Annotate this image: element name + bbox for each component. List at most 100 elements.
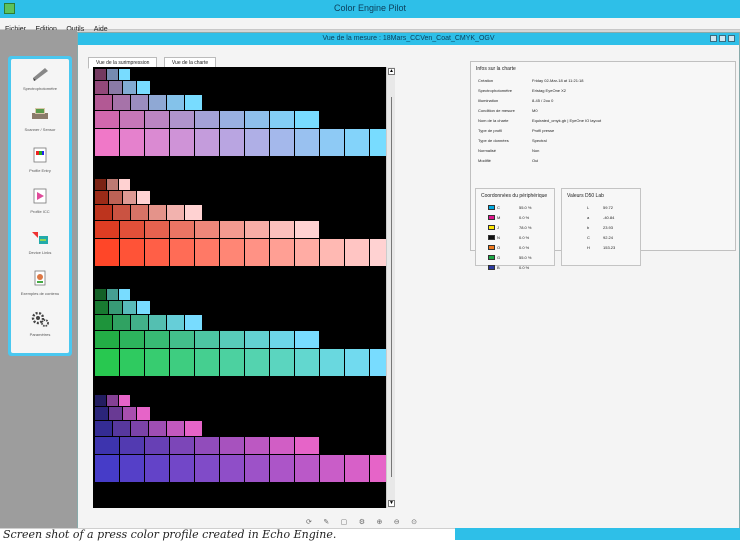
- color-patch: [95, 81, 108, 94]
- sidebar-item-spectro[interactable]: Spectrophotomètre: [11, 59, 69, 100]
- color-patch: [123, 81, 136, 94]
- color-patch: [95, 421, 112, 436]
- sidebar-item-label: Exemples de contenu: [20, 291, 60, 296]
- color-patch: [149, 315, 166, 330]
- view-tabs: Vue de la surimpression Vue de la charte: [88, 51, 218, 69]
- color-patch: [95, 331, 119, 348]
- color-patch: [185, 421, 202, 436]
- color-patch: [149, 421, 166, 436]
- color-patch: [295, 221, 319, 238]
- sidebar-item-label: Profile ICC: [30, 209, 50, 214]
- color-patch: [145, 455, 169, 482]
- color-patch: [119, 179, 130, 190]
- channel-value: 0.0 %: [519, 265, 530, 270]
- scroll-thumb[interactable]: [391, 97, 392, 477]
- lab-row-b: b 23.93: [587, 225, 614, 230]
- title-bar: Color Engine Pilot: [0, 0, 740, 18]
- color-patch-view[interactable]: [93, 67, 394, 508]
- app-title: Color Engine Pilot: [333, 3, 407, 13]
- color-patch: [295, 349, 319, 376]
- channel-value: 0.0 %: [519, 245, 530, 250]
- device-channel-row: M 0.0 %: [476, 213, 554, 223]
- color-patch: [195, 349, 219, 376]
- color-patch: [109, 81, 122, 94]
- color-patch: [120, 239, 144, 266]
- color-patch: [120, 455, 144, 482]
- color-patch: [195, 129, 219, 156]
- sidebar-item-examples[interactable]: Exemples de contenu: [11, 264, 69, 305]
- color-patch: [145, 111, 169, 128]
- info-row-creation: Création Friday 02-Mar-18 at 11:21:18: [478, 78, 584, 83]
- color-patch: [95, 191, 108, 204]
- spectrophotometer-icon: [33, 68, 48, 81]
- sidebar-item-device-links[interactable]: Device Links: [11, 223, 69, 264]
- channel-swatch: [488, 265, 495, 270]
- minimize-button[interactable]: [710, 35, 717, 42]
- select-icon[interactable]: ▢: [341, 518, 348, 526]
- color-patch: [320, 239, 344, 266]
- channel-swatch: [488, 215, 495, 220]
- caption-bar: Screen shot of a press color profile cre…: [0, 528, 455, 541]
- color-patch: [95, 221, 119, 238]
- color-patch: [131, 421, 148, 436]
- color-patch: [170, 437, 194, 454]
- zoom-out-icon[interactable]: ⊖: [394, 518, 400, 526]
- close-button[interactable]: [728, 35, 735, 42]
- color-patch: [107, 289, 118, 300]
- color-patch: [270, 455, 294, 482]
- color-patch: [245, 129, 269, 156]
- color-patch: [137, 81, 150, 94]
- color-patch: [95, 69, 106, 80]
- color-patch: [295, 455, 319, 482]
- bottom-accent-bar: [455, 528, 740, 540]
- vertical-scrollbar[interactable]: ▲ ▼: [386, 67, 395, 508]
- color-patch: [95, 407, 108, 420]
- info-row-normalized: Normalisé Non: [478, 148, 540, 153]
- color-patch: [145, 349, 169, 376]
- color-patch: [345, 129, 369, 156]
- sidebar-item-settings[interactable]: Paramètres: [11, 305, 69, 346]
- sidebar-item-profile-entry[interactable]: Profile Entry: [11, 141, 69, 182]
- zoom-in-icon[interactable]: ⊕: [376, 518, 382, 526]
- color-patch: [295, 129, 319, 156]
- sidebar-item-label: Profile Entry: [29, 168, 51, 173]
- color-patch: [95, 437, 119, 454]
- lab-values-box: Valeurs D50 Lab L 59.72 a -40.84 b 23.93 C9…: [561, 188, 641, 266]
- gear-icon[interactable]: ⚙: [359, 518, 365, 526]
- color-patch: [120, 331, 144, 348]
- channel-swatch: [488, 255, 495, 260]
- channel-swatch: [488, 225, 495, 230]
- color-patch: [170, 129, 194, 156]
- channel-label: O: [497, 245, 501, 250]
- color-patch: [270, 239, 294, 266]
- rotate-icon[interactable]: ⟳: [306, 518, 312, 526]
- scroll-down-button[interactable]: ▼: [388, 500, 395, 507]
- color-patch: [170, 221, 194, 238]
- color-patch: [95, 179, 106, 190]
- color-patch: [109, 407, 122, 420]
- zoom-fit-icon[interactable]: ⊙: [411, 518, 417, 526]
- sidebar-item-label: Device Links: [28, 250, 52, 255]
- color-patch: [107, 395, 118, 406]
- edit-icon[interactable]: ✎: [323, 518, 329, 526]
- sidebar-item-scanner[interactable]: Scanner / Sensor: [11, 100, 69, 141]
- color-patch: [119, 69, 130, 80]
- color-patch: [113, 315, 130, 330]
- color-patch: [170, 349, 194, 376]
- sidebar-item-profile-icc[interactable]: Profile ICC: [11, 182, 69, 223]
- maximize-button[interactable]: [719, 35, 726, 42]
- scroll-up-button[interactable]: ▲: [388, 68, 395, 75]
- chart-info-title: Infos sur la charte: [476, 66, 516, 72]
- channel-value: 78.0 %: [519, 225, 532, 230]
- view-toolbar: ⟳ ✎ ▢ ⚙ ⊕ ⊖ ⊙: [306, 511, 466, 526]
- color-patch: [270, 349, 294, 376]
- examples-icon: [34, 270, 46, 286]
- color-patch: [245, 221, 269, 238]
- color-patch: [345, 239, 369, 266]
- color-patch: [195, 331, 219, 348]
- sidebar-item-label: Scanner / Sensor: [24, 127, 56, 132]
- color-patch: [270, 111, 294, 128]
- color-patch: [245, 349, 269, 376]
- color-patch: [107, 179, 118, 190]
- color-patch: [120, 221, 144, 238]
